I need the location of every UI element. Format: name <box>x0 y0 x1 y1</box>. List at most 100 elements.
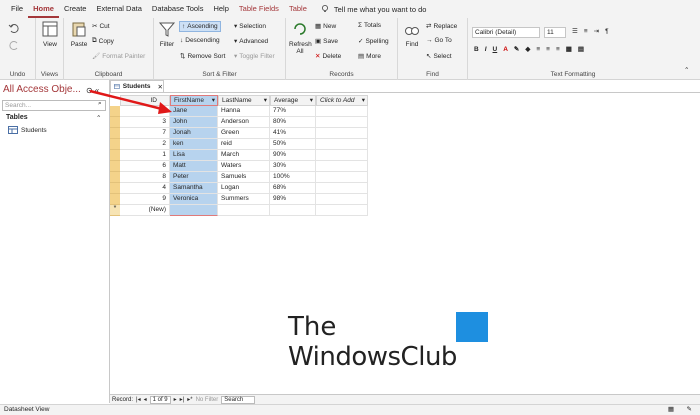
cell-firstname[interactable]: Lisa <box>170 150 218 161</box>
advanced-button[interactable]: ▾ Advanced <box>234 37 268 46</box>
column-header-lastname[interactable]: LastName ▾ <box>218 95 270 106</box>
cut-button[interactable]: ✂ Cut <box>92 22 110 31</box>
tell-me-box[interactable]: Tell me what you want to do <box>320 4 426 14</box>
cell-average[interactable]: 50% <box>270 139 316 150</box>
row-selector[interactable] <box>110 139 120 150</box>
format-painter-button[interactable]: 🖌 Format Painter <box>92 52 145 61</box>
filter-button[interactable]: Filter <box>156 20 178 48</box>
italic-icon[interactable]: I <box>485 46 487 53</box>
dropdown-icon[interactable]: ▾ <box>310 96 313 105</box>
row-selector[interactable] <box>110 172 120 183</box>
cell-average[interactable]: 100% <box>270 172 316 183</box>
cell-lastname[interactable]: reid <box>218 139 270 150</box>
indent-icon[interactable]: ⇥ <box>594 27 599 35</box>
totals-button[interactable]: Σ Totals <box>358 22 381 29</box>
design-view-icon[interactable]: ✎ <box>687 405 692 415</box>
cell-empty[interactable] <box>316 194 368 205</box>
last-record-icon[interactable]: ▸| <box>180 396 185 403</box>
column-header-click-to-add[interactable]: Click to Add ▾ <box>316 95 368 106</box>
row-selector[interactable] <box>110 117 120 128</box>
redo-button[interactable] <box>8 40 20 50</box>
underline-icon[interactable]: U <box>493 46 498 53</box>
selection-button[interactable]: ▾ Selection <box>234 22 266 31</box>
row-selector[interactable] <box>110 194 120 205</box>
datasheet-view-icon[interactable]: ▦ <box>668 405 674 415</box>
record-search-input[interactable]: Search <box>221 395 256 404</box>
cell-firstname[interactable]: Matt <box>170 161 218 172</box>
new-id-cell[interactable]: (New) <box>120 205 170 216</box>
tab-help[interactable]: Help <box>208 0 233 18</box>
cell-firstname[interactable]: ken <box>170 139 218 150</box>
delete-record-button[interactable]: ✕ Delete <box>315 52 341 61</box>
cell-lastname[interactable]: March <box>218 150 270 161</box>
gridlines-icon[interactable]: ▦ <box>566 45 572 53</box>
dropdown-icon[interactable]: ▾ <box>362 96 365 105</box>
save-record-button[interactable]: ▣ Save <box>315 37 338 46</box>
cell-id[interactable]: 1 <box>120 150 170 161</box>
tab-external-data[interactable]: External Data <box>91 0 146 18</box>
spelling-button[interactable]: ✓ Spelling <box>358 37 389 46</box>
cell-id[interactable]: 9 <box>120 194 170 205</box>
tab-file[interactable]: File <box>6 0 28 18</box>
alt-row-icon[interactable]: ▤ <box>578 45 584 53</box>
no-filter-indicator[interactable]: No Filter <box>196 397 219 403</box>
cell-average[interactable]: 68% <box>270 183 316 194</box>
first-record-icon[interactable]: |◂ <box>136 396 141 403</box>
cell-lastname[interactable]: Waters <box>218 161 270 172</box>
cell-lastname[interactable]: Green <box>218 128 270 139</box>
cell-average[interactable]: 77% <box>270 106 316 117</box>
cell-firstname[interactable]: Samantha <box>170 183 218 194</box>
cell-lastname[interactable]: Hanna <box>218 106 270 117</box>
nav-item-students[interactable]: Students <box>8 126 47 134</box>
new-cell[interactable] <box>270 205 316 216</box>
cell-empty[interactable] <box>316 183 368 194</box>
new-record-button[interactable]: ▦ New <box>315 22 336 31</box>
font-name-combo[interactable]: Calibri (Detail) <box>472 27 540 38</box>
cell-average[interactable]: 90% <box>270 150 316 161</box>
cell-lastname[interactable]: Logan <box>218 183 270 194</box>
tab-home[interactable]: Home <box>28 0 59 18</box>
bullets-icon[interactable]: ☰ <box>572 27 578 35</box>
cell-id[interactable]: 2 <box>120 139 170 150</box>
new-cell[interactable] <box>170 205 218 216</box>
cell-id[interactable]: 7 <box>120 128 170 139</box>
numbering-icon[interactable]: ≡ <box>584 28 588 35</box>
more-button[interactable]: ▤ More <box>358 52 381 61</box>
cell-id[interactable]: 4 <box>120 183 170 194</box>
new-row-selector[interactable]: * <box>110 205 120 216</box>
collapse-ribbon-button[interactable]: ⌃ <box>684 66 689 74</box>
cell-average[interactable]: 80% <box>270 117 316 128</box>
highlight-icon[interactable]: ✎ <box>514 45 519 53</box>
cell-empty[interactable] <box>316 139 368 150</box>
select-button[interactable]: ↖ Select <box>426 52 452 61</box>
cell-average[interactable]: 30% <box>270 161 316 172</box>
rtl-icon[interactable]: ¶ <box>605 28 609 35</box>
cell-id[interactable]: 6 <box>120 161 170 172</box>
fill-color-icon[interactable]: ◆ <box>525 45 530 53</box>
new-record-nav-icon[interactable]: ▸* <box>187 396 192 403</box>
copy-button[interactable]: ⧉ Copy <box>92 37 114 45</box>
cell-id[interactable]: 8 <box>120 172 170 183</box>
align-center-icon[interactable]: ≡ <box>546 46 550 53</box>
cell-empty[interactable] <box>316 172 368 183</box>
prev-record-icon[interactable]: ◂ <box>144 396 147 403</box>
tab-create[interactable]: Create <box>59 0 92 18</box>
align-right-icon[interactable]: ≡ <box>556 46 560 53</box>
ascending-button[interactable]: ↑ Ascending <box>179 21 221 32</box>
remove-sort-button[interactable]: ⇅ Remove Sort <box>180 52 225 61</box>
cell-average[interactable]: 41% <box>270 128 316 139</box>
align-left-icon[interactable]: ≡ <box>536 46 540 53</box>
cell-id[interactable]: 3 <box>120 117 170 128</box>
nav-pane-title[interactable]: All Access Obje... <box>3 84 81 95</box>
nav-section-tables[interactable]: Tables <box>6 114 28 121</box>
tab-table[interactable]: Table <box>284 0 312 18</box>
cell-firstname[interactable]: Jonah <box>170 128 218 139</box>
cell-lastname[interactable]: Anderson <box>218 117 270 128</box>
record-position-input[interactable]: 1 of 9 <box>149 395 171 404</box>
descending-button[interactable]: ↓ Descending <box>180 37 220 44</box>
cell-firstname[interactable]: Veronica <box>170 194 218 205</box>
bold-icon[interactable]: B <box>474 46 479 53</box>
cell-empty[interactable] <box>316 150 368 161</box>
next-record-icon[interactable]: ▸ <box>174 396 177 403</box>
dropdown-icon[interactable]: ▾ <box>212 96 215 105</box>
